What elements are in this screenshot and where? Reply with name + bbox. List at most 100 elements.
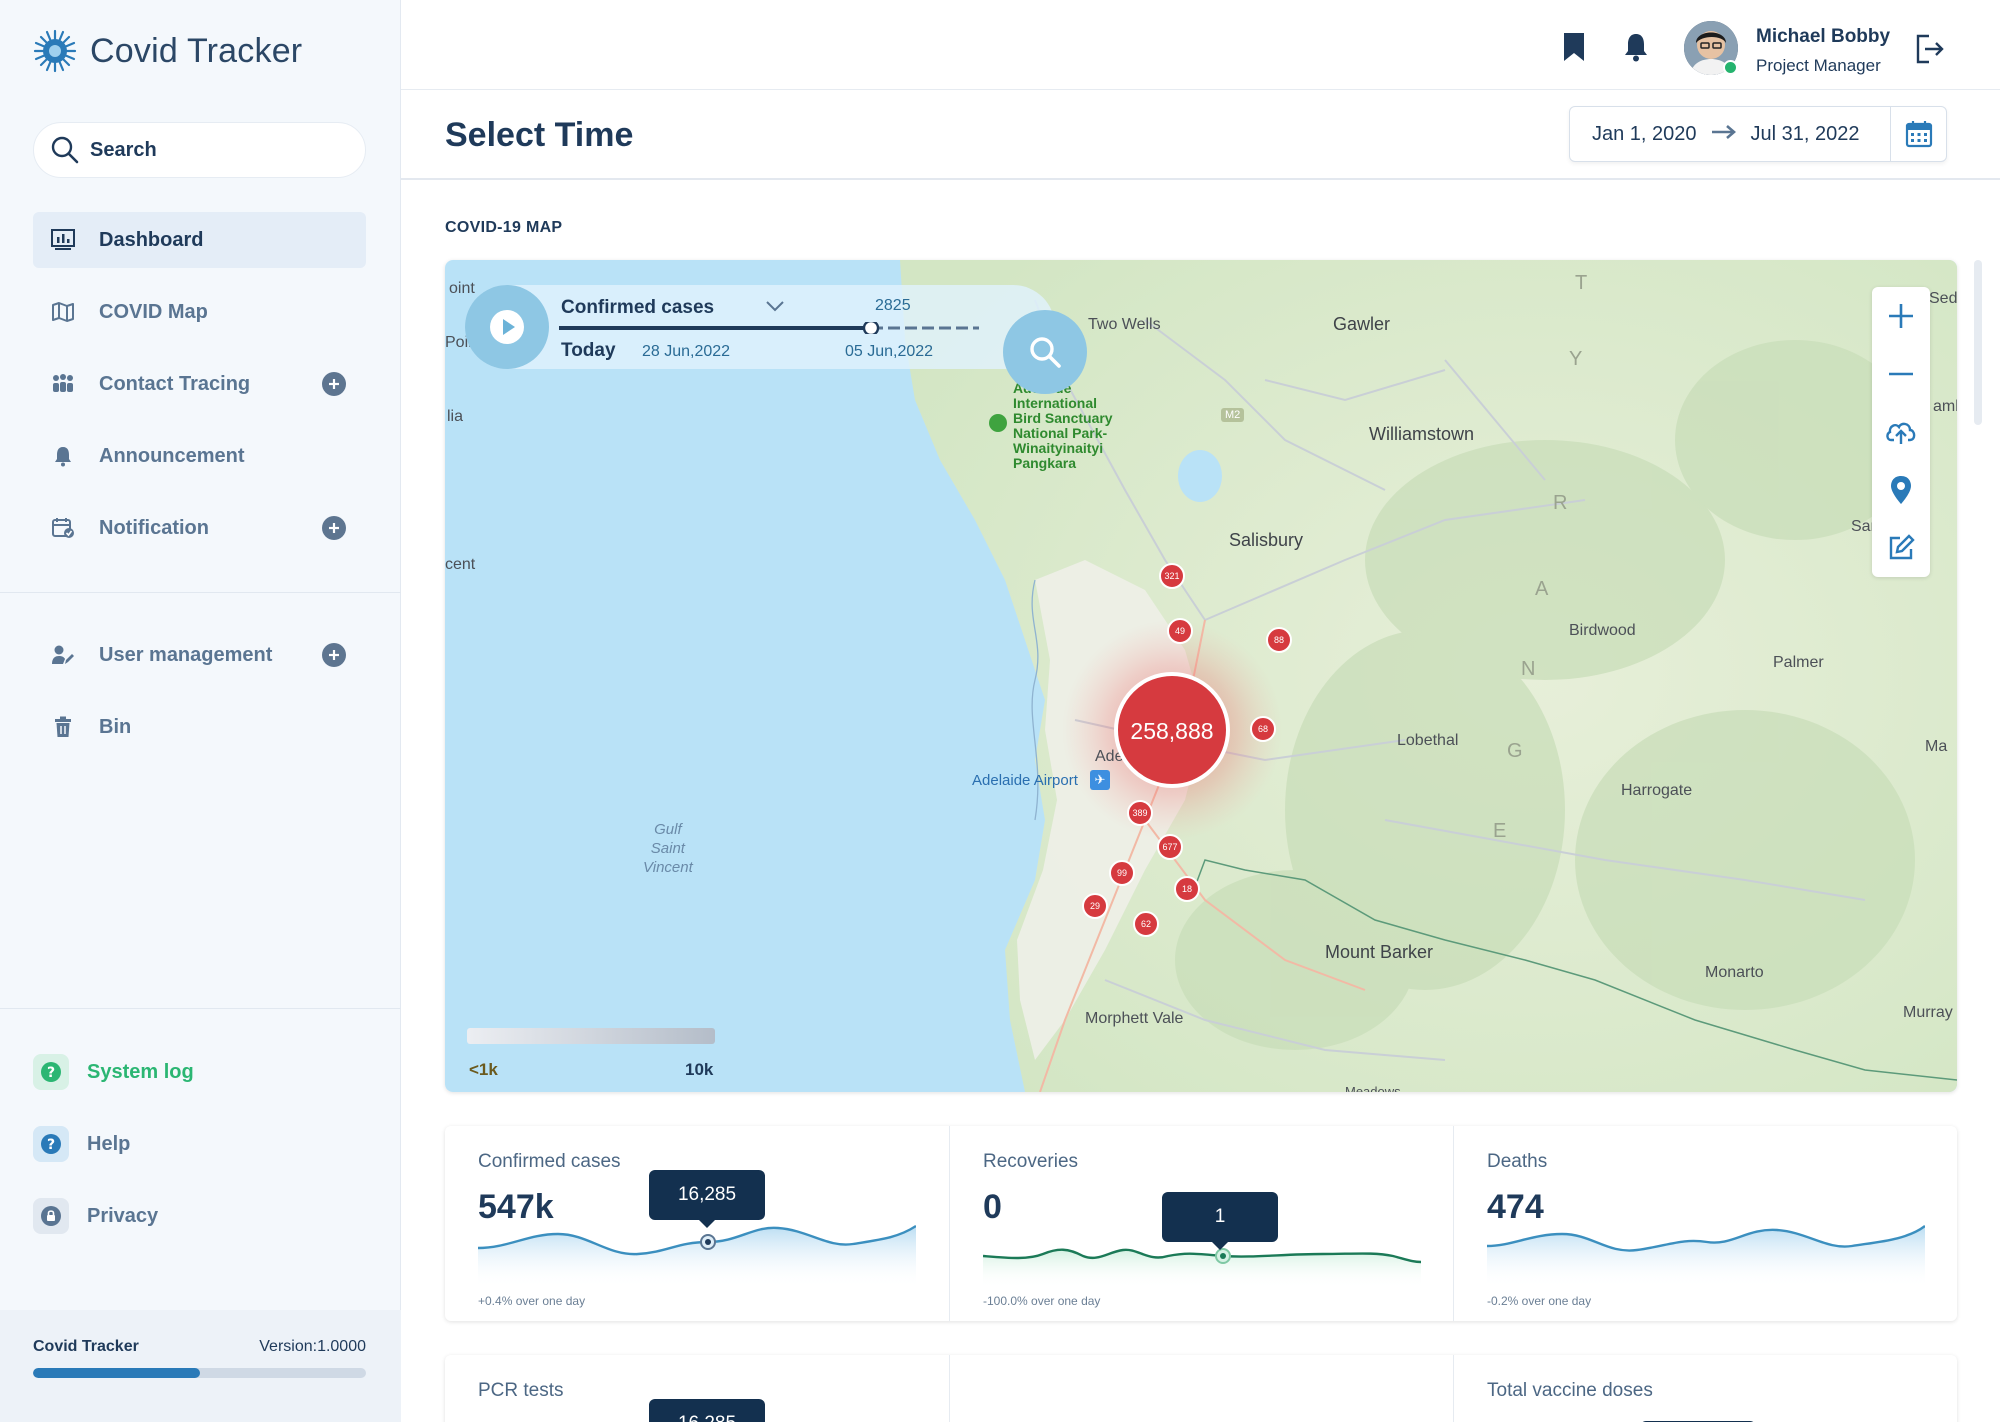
map-legend-gradient: [467, 1028, 715, 1044]
add-user-button[interactable]: [322, 643, 346, 667]
sidebar-item-label: System log: [87, 1060, 194, 1083]
search-box[interactable]: Search: [33, 122, 366, 178]
stat-change: -100.0% over one day: [983, 1294, 1101, 1308]
sidebar-item-announcement[interactable]: Announcement: [33, 428, 366, 484]
date-to[interactable]: Jul 31, 2022: [1751, 123, 1860, 146]
app-logo[interactable]: Covid Tracker: [32, 28, 302, 74]
date-range-picker[interactable]: Jan 1, 2020 Jul 31, 2022: [1569, 106, 1947, 162]
svg-text:88: 88: [1274, 635, 1284, 645]
sidebar-item-contact-tracing[interactable]: Contact Tracing: [33, 356, 366, 412]
location-button[interactable]: [1872, 461, 1930, 519]
case-cluster[interactable]: 99: [1109, 860, 1135, 886]
date-from[interactable]: Jan 1, 2020: [1592, 123, 1697, 146]
case-cluster[interactable]: 49: [1167, 618, 1193, 644]
sidebar-item-help[interactable]: ? Help: [33, 1124, 130, 1164]
stat-confirmed-cases[interactable]: Confirmed cases 547k 16,285 +0.4% over o…: [445, 1126, 949, 1321]
trash-icon: [49, 713, 77, 741]
slider-value: 2825: [875, 297, 911, 314]
stat-total-vaccine-doses[interactable]: Total vaccine doses: [1453, 1355, 1957, 1422]
today-label: Today: [561, 340, 616, 361]
play-icon: [490, 310, 524, 344]
metric-select[interactable]: Confirmed cases: [561, 297, 714, 319]
sidebar-item-bin[interactable]: Bin: [33, 699, 366, 755]
bell-icon: [49, 442, 77, 470]
upload-button[interactable]: [1872, 403, 1930, 461]
add-contact-tracing-button[interactable]: [322, 372, 346, 396]
legend-max: 10k: [685, 1060, 714, 1079]
stat-pcr-tests[interactable]: PCR tests 16,285: [445, 1355, 949, 1422]
logout-icon[interactable]: [1915, 34, 1945, 69]
slider-date: 05 Jun,2022: [845, 343, 934, 360]
progress-fill: [33, 1368, 200, 1378]
sidebar-item-label: Contact Tracing: [99, 372, 251, 395]
sidebar-item-label: Bin: [99, 715, 132, 738]
sidebar-item-notification[interactable]: Notification: [33, 500, 366, 556]
timeline-control: Confirmed cases 2825 Today 28 Jun,2022 0…: [465, 285, 1087, 394]
timeline-slider[interactable]: [559, 322, 979, 334]
sidebar-item-system-log[interactable]: ? System log: [33, 1052, 194, 1092]
play-button[interactable]: [465, 285, 549, 369]
case-cluster[interactable]: 62: [1133, 911, 1159, 937]
case-cluster[interactable]: 321: [1159, 563, 1185, 589]
svg-text:68: 68: [1258, 724, 1268, 734]
sidebar-item-label: Help: [87, 1132, 131, 1155]
people-icon: [49, 370, 77, 398]
case-cluster[interactable]: 68: [1250, 716, 1276, 742]
map-toolbar: [1872, 287, 1930, 577]
map-search-button[interactable]: [1003, 310, 1087, 394]
case-cluster[interactable]: 18: [1174, 876, 1200, 902]
stats-row: Confirmed cases 547k 16,285 +0.4% over o…: [445, 1126, 1957, 1321]
sidebar-item-label: User management: [99, 643, 273, 666]
svg-text:321: 321: [1164, 571, 1179, 581]
stat-recoveries[interactable]: Recoveries 0 1 -100.0% over one day: [949, 1126, 1453, 1321]
today-date: 28 Jun,2022: [642, 343, 731, 360]
calendar-button[interactable]: [1890, 107, 1946, 161]
deaths-sparkline[interactable]: [1487, 1216, 1925, 1288]
cluster-layer: 258,888 321 49 88 68 389 677 99 18 29 62: [1082, 563, 1292, 937]
bookmark-icon[interactable]: [1562, 32, 1586, 67]
pcr-tooltip: 16,285: [649, 1399, 765, 1422]
sidebar-divider: [0, 592, 401, 593]
sidebar-item-privacy[interactable]: Privacy: [33, 1196, 158, 1236]
zoom-in-button[interactable]: [1872, 287, 1930, 345]
sidebar-item-label: Announcement: [99, 444, 245, 467]
notification-bell-icon[interactable]: [1623, 32, 1649, 67]
confirmed-sparkline[interactable]: [478, 1216, 916, 1288]
user-name: Michael Bobby: [1756, 26, 1891, 47]
sidebar-item-dashboard[interactable]: Dashboard: [33, 212, 366, 268]
stat-label: Deaths: [1487, 1151, 1548, 1172]
sidebar: Covid Tracker Search Dashboard COVID Map…: [0, 0, 401, 1422]
case-cluster[interactable]: 88: [1266, 627, 1292, 653]
stat-deaths[interactable]: Deaths 474 -0.2% over one day: [1453, 1126, 1957, 1321]
sidebar-item-label: Notification: [99, 516, 209, 539]
case-cluster[interactable]: 258,888: [1114, 672, 1230, 788]
add-notification-button[interactable]: [322, 516, 346, 540]
footer-version: Version:1.0000: [259, 1338, 366, 1355]
confirmed-tooltip: 16,285: [649, 1170, 765, 1228]
app-title: Covid Tracker: [90, 31, 303, 70]
chevron-down-icon[interactable]: [765, 299, 785, 317]
calendar-icon: [1905, 121, 1932, 148]
sidebar-item-user-management[interactable]: User management: [33, 627, 366, 683]
stat-label: Recoveries: [983, 1151, 1079, 1172]
sidebar-item-covid-map[interactable]: COVID Map: [33, 284, 366, 340]
case-cluster[interactable]: 389: [1127, 800, 1153, 826]
case-cluster[interactable]: 29: [1082, 893, 1108, 919]
online-status-indicator: [1723, 60, 1738, 75]
covid-map[interactable]: oint Poin lia cent Two Wells Gawler Will…: [445, 260, 1957, 1092]
help-icon: ?: [33, 1126, 69, 1162]
top-bar: Michael Bobby Project Manager: [401, 0, 2000, 90]
footer-app-name: Covid Tracker: [33, 1338, 139, 1355]
svg-text:389: 389: [1132, 808, 1147, 818]
stat-label: Total vaccine doses: [1487, 1380, 1653, 1401]
zoom-out-button[interactable]: [1872, 345, 1930, 403]
svg-text:49: 49: [1175, 626, 1185, 636]
scrollbar[interactable]: [1974, 260, 1982, 425]
question-icon: ?: [33, 1054, 69, 1090]
sidebar-item-label: COVID Map: [99, 300, 208, 323]
sidebar-footer: Covid Tracker Version:1.0000: [0, 1310, 401, 1422]
plus-icon: [329, 650, 339, 660]
case-cluster[interactable]: 677: [1157, 834, 1183, 860]
search-icon: [51, 136, 79, 164]
edit-button[interactable]: [1872, 519, 1930, 577]
